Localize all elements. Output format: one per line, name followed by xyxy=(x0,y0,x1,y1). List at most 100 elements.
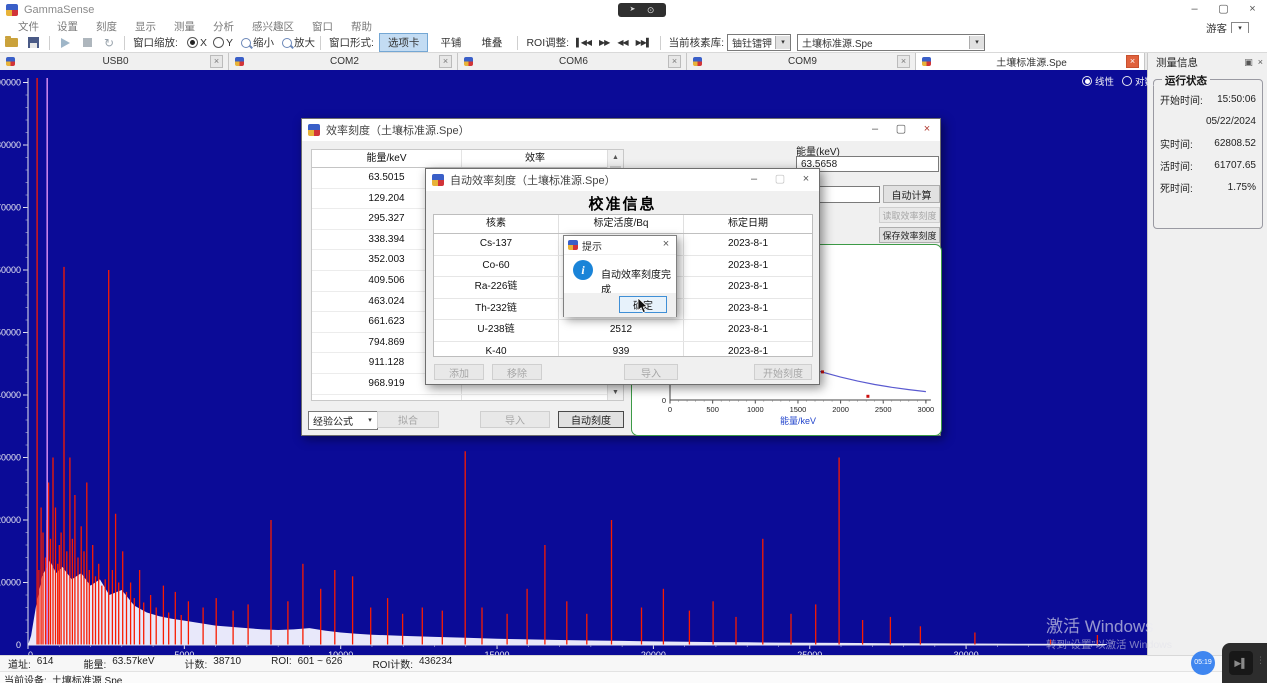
tab-COM9[interactable]: COM9× xyxy=(687,53,916,70)
close-button[interactable]: × xyxy=(656,236,676,254)
minimize-button[interactable]: – xyxy=(1180,0,1209,20)
roi-back-icon[interactable]: ◀◀ xyxy=(617,38,627,47)
menu-item-测量[interactable]: 测量 xyxy=(174,19,195,34)
menu-item-感兴趣区[interactable]: 感兴趣区 xyxy=(252,19,294,34)
minimize-button[interactable]: – xyxy=(862,119,888,141)
zoom-y-radio[interactable] xyxy=(213,37,224,48)
zoom-y-label: Y xyxy=(226,37,233,49)
zoom-in-icon[interactable] xyxy=(282,38,292,48)
chevron-down-icon[interactable]: ▾ xyxy=(775,36,790,49)
open-file-icon[interactable] xyxy=(5,38,18,47)
col-activity: 标定活度/Bq xyxy=(559,215,684,233)
chevron-down-icon[interactable]: ▾ xyxy=(969,36,984,49)
tab-USB0[interactable]: USB0× xyxy=(0,53,229,70)
menu-item-刻度[interactable]: 刻度 xyxy=(96,19,117,34)
close-button[interactable]: × xyxy=(1238,0,1267,20)
mode-tab-button[interactable]: 选项卡 xyxy=(379,33,429,52)
tab-土壤标准源.Spe[interactable]: 土壤标准源.Spe× xyxy=(916,53,1145,70)
dialog-title-bar[interactable]: 效率刻度（土壤标准源.Spe） – ▢ × xyxy=(302,119,940,141)
table-row[interactable]: U-238链25122023-8-1 xyxy=(434,320,812,342)
zoom-in-label[interactable]: 放大 xyxy=(294,35,315,50)
tab-label: COM6 xyxy=(479,56,668,67)
status-item: 能量:63.57keV xyxy=(83,656,154,671)
table-row[interactable]: 1000.970.0153726 xyxy=(312,395,623,401)
auto-calc-button[interactable]: 自动计算 xyxy=(883,185,940,203)
maximize-button[interactable]: ▢ xyxy=(888,119,914,141)
import-button[interactable]: 导入 xyxy=(624,364,678,380)
mode-tile-button[interactable]: 平铺 xyxy=(432,34,469,51)
video-overlay[interactable]: ▶▌ ⋮ xyxy=(1222,643,1267,683)
status-value: 38710 xyxy=(213,656,241,671)
refresh-icon[interactable]: ↻ xyxy=(104,36,114,50)
status-label: ROI计数: xyxy=(372,656,413,671)
scroll-down-icon[interactable]: ▼ xyxy=(608,385,623,400)
chevron-down-icon[interactable]: ▾ xyxy=(363,414,377,427)
zoom-out-icon[interactable] xyxy=(241,38,251,48)
roi-last-icon[interactable]: ▶▶▌ xyxy=(636,38,651,47)
pin-icon[interactable]: ▣ xyxy=(1244,57,1253,68)
scroll-up-icon[interactable]: ▲ xyxy=(608,150,623,165)
tab-close-icon[interactable]: × xyxy=(897,55,910,68)
menu-item-设置[interactable]: 设置 xyxy=(57,19,78,34)
save-icon[interactable] xyxy=(28,37,39,48)
status-value: 601 ~ 626 xyxy=(298,656,343,671)
message-body: i 自动效率刻度完成 xyxy=(564,255,676,293)
add-button[interactable]: 添加 xyxy=(434,364,484,380)
tab-close-icon[interactable]: × xyxy=(668,55,681,68)
tab-COM6[interactable]: COM6× xyxy=(458,53,687,70)
menu-item-显示[interactable]: 显示 xyxy=(135,19,156,34)
start-calibration-button[interactable]: 开始刻度 xyxy=(754,364,812,380)
cell: 2023-8-1 xyxy=(684,234,812,255)
close-icon[interactable]: × xyxy=(1258,57,1263,68)
start-acquisition-icon[interactable] xyxy=(61,38,70,48)
formula-value: 经验公式 xyxy=(313,413,353,428)
maximize-button[interactable]: ▢ xyxy=(1209,0,1238,20)
y-axis-label: 10000 xyxy=(0,578,21,588)
menu-item-分析[interactable]: 分析 xyxy=(213,19,234,34)
log-radio[interactable] xyxy=(1122,76,1132,86)
menu-item-帮助[interactable]: 帮助 xyxy=(351,19,372,34)
zoom-out-label[interactable]: 缩小 xyxy=(253,35,274,50)
chart-x-tick-label: 1500 xyxy=(790,405,807,414)
tab-COM2[interactable]: COM2× xyxy=(229,53,458,70)
window-mode-label: 窗口形式: xyxy=(329,35,374,50)
tab-close-icon[interactable]: × xyxy=(439,55,452,68)
separator xyxy=(660,36,661,50)
remove-button[interactable]: 移除 xyxy=(492,364,542,380)
screen-recorder-pill[interactable]: ➤ ⊙ xyxy=(618,3,666,17)
fit-button[interactable]: 拟合 xyxy=(377,411,439,428)
import-button[interactable]: 导入 xyxy=(480,411,550,428)
roi-first-icon[interactable]: ▌◀◀ xyxy=(576,38,591,47)
save-efficiency-button[interactable]: 保存效率刻度 xyxy=(879,227,940,243)
tab-close-icon[interactable]: × xyxy=(210,55,223,68)
menu-item-窗口[interactable]: 窗口 xyxy=(312,19,333,34)
more-icon[interactable]: ⋮ xyxy=(1256,655,1265,666)
table-row[interactable]: K-409392023-8-1 xyxy=(434,342,812,357)
app-icon xyxy=(922,57,931,66)
zoom-x-radio[interactable] xyxy=(187,37,198,48)
read-efficiency-button[interactable]: 读取效率刻度 xyxy=(879,207,940,223)
minimize-button[interactable]: – xyxy=(741,169,767,191)
tab-close-icon[interactable]: × xyxy=(1126,55,1139,68)
nuclide-lib-select[interactable]: 铀钍镭钾 ▾ xyxy=(727,34,791,51)
stop-acquisition-icon[interactable] xyxy=(83,38,92,47)
close-button[interactable]: × xyxy=(793,169,819,191)
mode-cascade-button[interactable]: 堆叠 xyxy=(473,34,510,51)
close-button[interactable]: × xyxy=(914,119,940,141)
cell: 2023-8-1 xyxy=(684,299,812,320)
dialog-title-bar[interactable]: 提示 × xyxy=(564,236,676,255)
info-row: 05/22/2024 xyxy=(1154,110,1262,132)
y-axis-label: 0 xyxy=(16,640,21,650)
linear-radio[interactable] xyxy=(1082,76,1092,86)
app-title: GammaSense xyxy=(24,4,94,16)
spe-file-select[interactable]: 土壤标准源.Spe ▾ xyxy=(797,34,985,51)
skip-icon[interactable]: ▶▌ xyxy=(1229,651,1253,675)
formula-select[interactable]: 经验公式 ▾ xyxy=(308,411,378,430)
menu-item-文件[interactable]: 文件 xyxy=(18,19,39,34)
col-nuclide: 核素 xyxy=(434,215,559,233)
auto-calibrate-button[interactable]: 自动刻度 xyxy=(558,411,624,428)
cell: Cs-137 xyxy=(434,234,559,255)
roi-forward-icon[interactable]: ▶▶ xyxy=(599,38,609,47)
info-label: 实时间: xyxy=(1160,136,1193,151)
dialog-title-bar[interactable]: 自动效率刻度（土壤标准源.Spe） – ▢ × xyxy=(426,169,819,191)
